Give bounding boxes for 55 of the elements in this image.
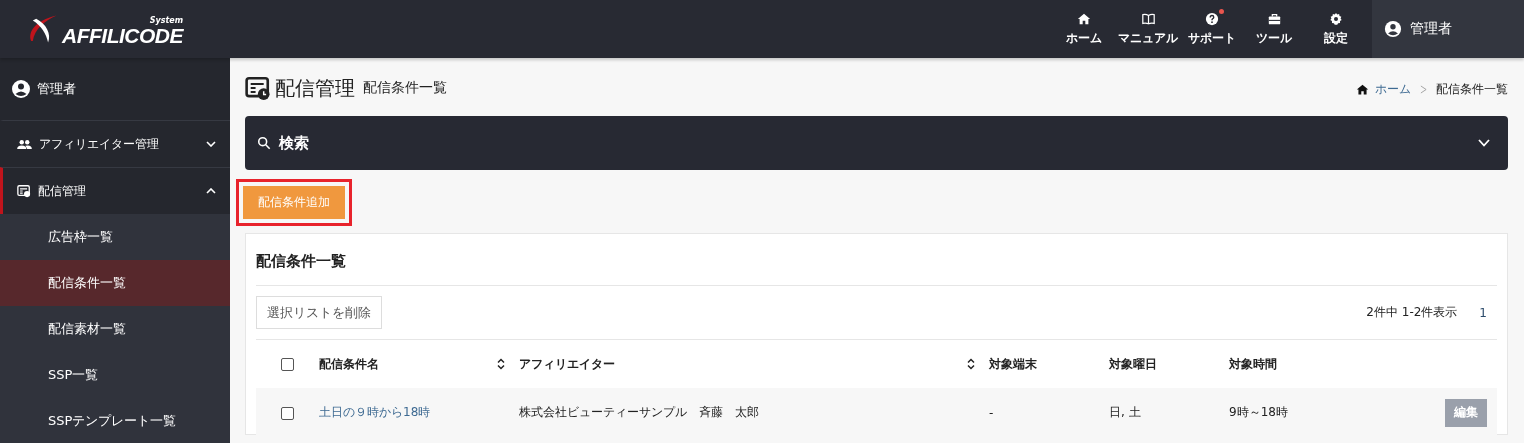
sidebar-item[interactable]: SSPテンプレート一覧 xyxy=(0,398,230,443)
sidebar-item[interactable]: 配信素材一覧 xyxy=(0,306,230,352)
column-header: アフィリエイター xyxy=(519,355,615,373)
page-title: 配信管理 xyxy=(275,74,355,102)
user-icon xyxy=(1384,20,1402,38)
delete-button[interactable]: 選択リストを削除 xyxy=(256,296,382,329)
sidebar-user[interactable]: 管理者 xyxy=(0,58,230,120)
sort-icon[interactable] xyxy=(967,358,975,370)
book-icon xyxy=(1140,11,1156,26)
table-cell: 9時～18時 xyxy=(1229,405,1288,419)
table-cell: 株式会社ビューティーサンプル 斉藤 太郎 xyxy=(519,405,759,419)
nav-link[interactable]: サポート xyxy=(1182,0,1242,58)
search-label: 検索 xyxy=(279,133,309,153)
column-header: 対象曜日 xyxy=(1109,355,1157,373)
page-subtitle: 配信条件一覧 xyxy=(363,79,447,97)
user-menu[interactable]: 管理者 xyxy=(1372,0,1524,58)
breadcrumb-link[interactable]: ホーム xyxy=(1375,80,1411,98)
sort-icon[interactable] xyxy=(497,358,505,370)
people-icon xyxy=(17,138,32,150)
column-header: 対象時間 xyxy=(1229,355,1277,373)
toolbox-icon xyxy=(1266,11,1282,26)
breadcrumb-separator xyxy=(1420,84,1427,94)
sidebar-item[interactable]: 配信条件一覧 xyxy=(0,260,230,306)
nav-link[interactable]: ツール xyxy=(1244,0,1304,58)
schedule-card-icon xyxy=(17,184,31,198)
sidebar-item[interactable]: SSP一覧 xyxy=(0,352,230,398)
search-panel[interactable]: 検索 xyxy=(245,116,1508,170)
home-icon xyxy=(1077,11,1091,26)
column-header: 対象端末 xyxy=(989,355,1037,373)
logo-wordmark: AFFILICODE xyxy=(62,25,183,46)
select-all-checkbox[interactable] xyxy=(280,358,294,371)
chevron-icon xyxy=(206,188,216,194)
card-title: 配信条件一覧 xyxy=(256,234,1497,286)
table-cell: 日, 土 xyxy=(1109,405,1141,419)
page-link[interactable]: 1 xyxy=(1479,305,1487,320)
logo[interactable]: System AFFILICODE xyxy=(26,12,183,46)
search-icon xyxy=(257,136,271,150)
sidebar-item[interactable]: 広告枠一覧 xyxy=(0,214,230,260)
chevron-icon xyxy=(206,141,216,147)
condition-link[interactable]: 土日の９時から18時 xyxy=(319,405,431,419)
settings-icon xyxy=(1329,11,1343,26)
user-icon xyxy=(11,79,31,99)
home-icon xyxy=(1356,82,1369,96)
row-checkbox[interactable] xyxy=(280,406,294,420)
result-count: 2件中 1-2件表示 xyxy=(1366,304,1458,321)
nav-link[interactable]: ホーム xyxy=(1054,0,1114,58)
chevron-icon xyxy=(1478,139,1490,147)
logo-caption: System xyxy=(149,17,183,25)
column-header: 配信条件名 xyxy=(319,355,379,373)
schedule-card-icon xyxy=(245,75,271,101)
table-cell: - xyxy=(989,405,994,420)
breadcrumb-current: 配信条件一覧 xyxy=(1436,80,1508,98)
help-icon xyxy=(1205,11,1219,26)
nav-link[interactable]: 設定 xyxy=(1306,0,1366,58)
nav-link[interactable]: マニュアル xyxy=(1116,0,1180,58)
